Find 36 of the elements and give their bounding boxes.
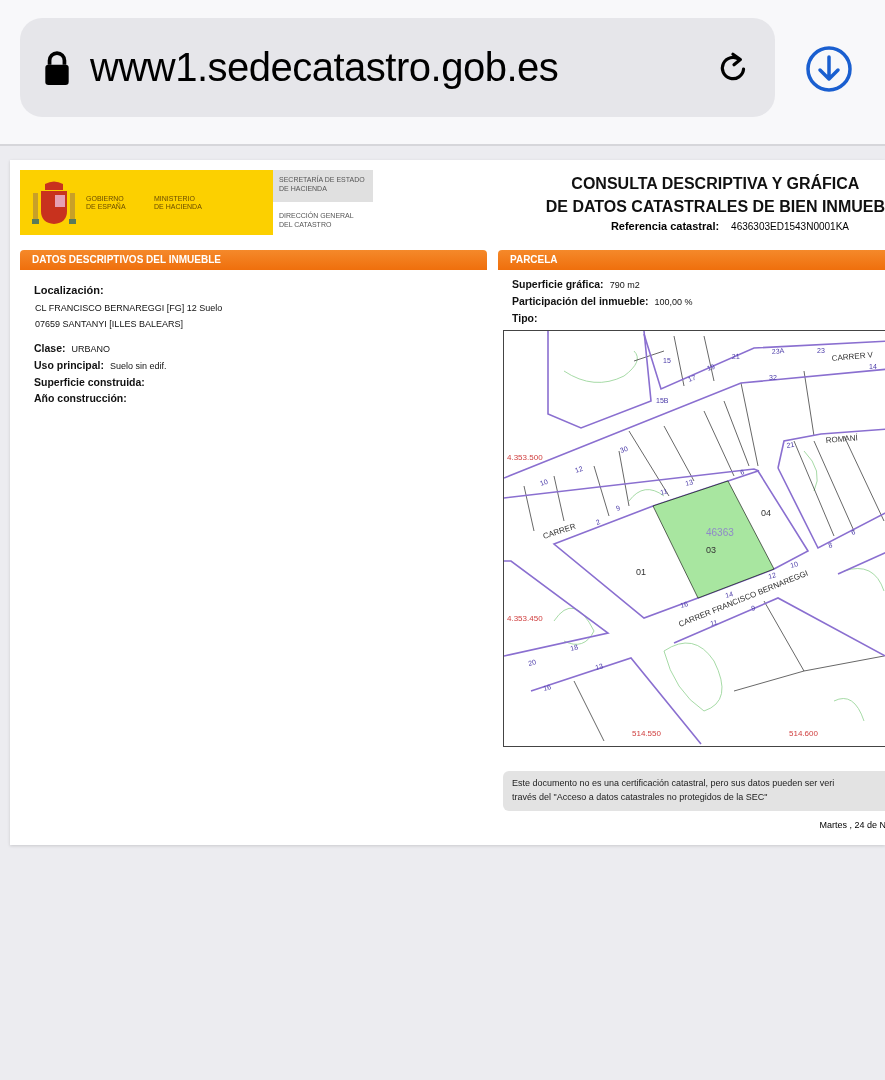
coordinate-label: 4.353.500 xyxy=(507,453,543,462)
reference-value: 4636303ED1543N0001KA xyxy=(731,221,849,233)
street-name: CARRER V xyxy=(831,350,874,363)
field-label: Clase: xyxy=(34,341,66,356)
section-header: DATOS DESCRIPTIVOS DEL INMUEBLE xyxy=(20,250,487,270)
subparcel-label: 01 xyxy=(636,567,646,577)
coat-of-arms-drawing xyxy=(32,180,76,225)
subparcel-label: 04 xyxy=(761,508,771,518)
street-name: ROMANÍ xyxy=(825,433,859,445)
field-value: 100,00 % xyxy=(654,296,693,309)
document-title: CONSULTA DESCRIPTIVA Y GRÁFICA DE DATOS CATASTRALES DE BIEN INMUEB xyxy=(545,173,885,218)
field-label: Superficie gráfica: xyxy=(512,277,604,292)
field-value: CL FRANCISCO BERNAREGGI [FG] 12 Suelo xyxy=(35,302,224,315)
reference-label: Referencia catastral: xyxy=(610,220,720,233)
field-value: Suelo sin edif. xyxy=(110,360,167,373)
disclaimer-note: Este documento no es una certificación catastral, pero sus datos pueden ser veri través del "Acceso a datos catastrales no protegidos de la SEC" xyxy=(503,771,885,811)
coordinate-label: 4.353.450 xyxy=(507,614,543,623)
coordinate-label: 514.600 xyxy=(789,729,818,738)
coordinate-label: 514.550 xyxy=(632,729,661,738)
download-icon[interactable] xyxy=(805,45,853,93)
parcel-number: 46363 xyxy=(706,527,734,538)
field-label: Localización: xyxy=(34,283,105,298)
field-label: Superficie construida: xyxy=(34,375,145,390)
address-bar[interactable]: www1.sedecatastro.gob.es xyxy=(20,18,775,117)
field-label: Tipo: xyxy=(512,311,538,326)
field-value: URBANO xyxy=(71,343,111,356)
field-label: Año construcción: xyxy=(34,391,127,406)
field-label: Uso principal: xyxy=(34,358,104,373)
field-value: 790 m2 xyxy=(609,279,640,292)
url-text: www1.sedecatastro.gob.es xyxy=(90,45,560,90)
document-date: Martes , 24 de N xyxy=(818,820,885,830)
section-header: PARCELA xyxy=(498,250,885,270)
field-value: 07659 SANTANYI [ILLES BALEARS] xyxy=(35,318,184,331)
subparcel-label: 03 xyxy=(706,545,716,555)
field-label: Participación del inmueble: xyxy=(512,294,649,309)
lock-icon xyxy=(44,50,70,85)
